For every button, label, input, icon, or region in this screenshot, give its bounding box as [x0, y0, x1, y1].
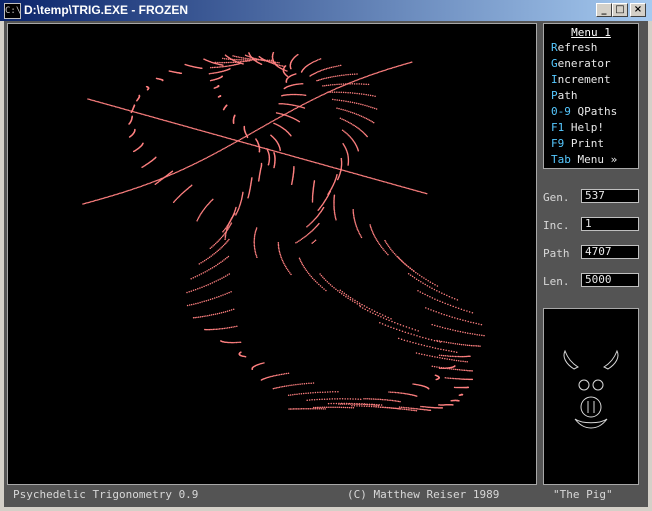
menu-title: Menu 1: [571, 26, 611, 39]
inc-label: Inc.: [543, 219, 570, 232]
gen-field[interactable]: 537: [581, 189, 639, 203]
menu-label: Help!: [564, 121, 604, 134]
pig-face-icon: [563, 349, 619, 429]
menu-item-help[interactable]: F1 Help!: [551, 121, 604, 134]
pig-preview-panel: [543, 308, 639, 485]
menu-item-increment[interactable]: Increment: [551, 73, 611, 86]
console-icon[interactable]: C:\: [4, 3, 21, 19]
menu-item-path[interactable]: Path: [551, 89, 578, 102]
menu-key: I: [551, 73, 558, 86]
close-button[interactable]: ×: [630, 3, 646, 17]
menu-item-print[interactable]: F9 Print: [551, 137, 604, 150]
menu-key: Tab: [551, 153, 571, 166]
menu-key: G: [551, 57, 558, 70]
console-client-area: Menu 1 Refresh Generator Increment Path …: [4, 21, 648, 507]
menu-label: Print: [564, 137, 604, 150]
status-app-name: Psychedelic Trigonometry 0.9: [13, 488, 199, 501]
menu-label: Menu »: [570, 153, 618, 166]
menu-item-refresh[interactable]: Refresh: [551, 41, 597, 54]
menu-key: 0-9: [551, 105, 571, 118]
status-copyright: (C) Matthew Reiser 1989: [347, 488, 500, 501]
menu-label: QPaths: [570, 105, 618, 118]
maximize-button[interactable]: □: [612, 3, 628, 17]
window-title: D:\temp\TRIG.EXE - FROZEN: [24, 3, 189, 17]
len-field[interactable]: 5000: [581, 273, 639, 287]
inc-field[interactable]: 1: [581, 217, 639, 231]
menu-label: ath: [557, 89, 578, 102]
menu-label: efresh: [557, 41, 598, 54]
gen-label: Gen.: [543, 191, 570, 204]
trig-pattern: [82, 51, 485, 412]
menu-label: enerator: [557, 57, 611, 70]
drawing-canvas[interactable]: [7, 23, 537, 485]
title-bar[interactable]: C:\ D:\temp\TRIG.EXE - FROZEN _ □ ×: [0, 0, 652, 21]
menu-item-generator[interactable]: Generator: [551, 57, 611, 70]
len-label: Len.: [543, 275, 570, 288]
menu-key: R: [551, 41, 558, 54]
menu-item-next-menu[interactable]: Tab Menu »: [551, 153, 617, 166]
path-label: Path: [543, 247, 570, 260]
status-pattern-name: "The Pig": [553, 488, 613, 501]
menu-key: F1: [551, 121, 565, 134]
menu-item-qpaths[interactable]: 0-9 QPaths: [551, 105, 617, 118]
menu-panel: Menu 1 Refresh Generator Increment Path …: [543, 23, 639, 169]
menu-key: F9: [551, 137, 565, 150]
menu-key: P: [551, 89, 558, 102]
menu-label: ncrement: [557, 73, 611, 86]
path-field[interactable]: 4707: [581, 245, 639, 259]
minimize-button[interactable]: _: [596, 3, 612, 17]
